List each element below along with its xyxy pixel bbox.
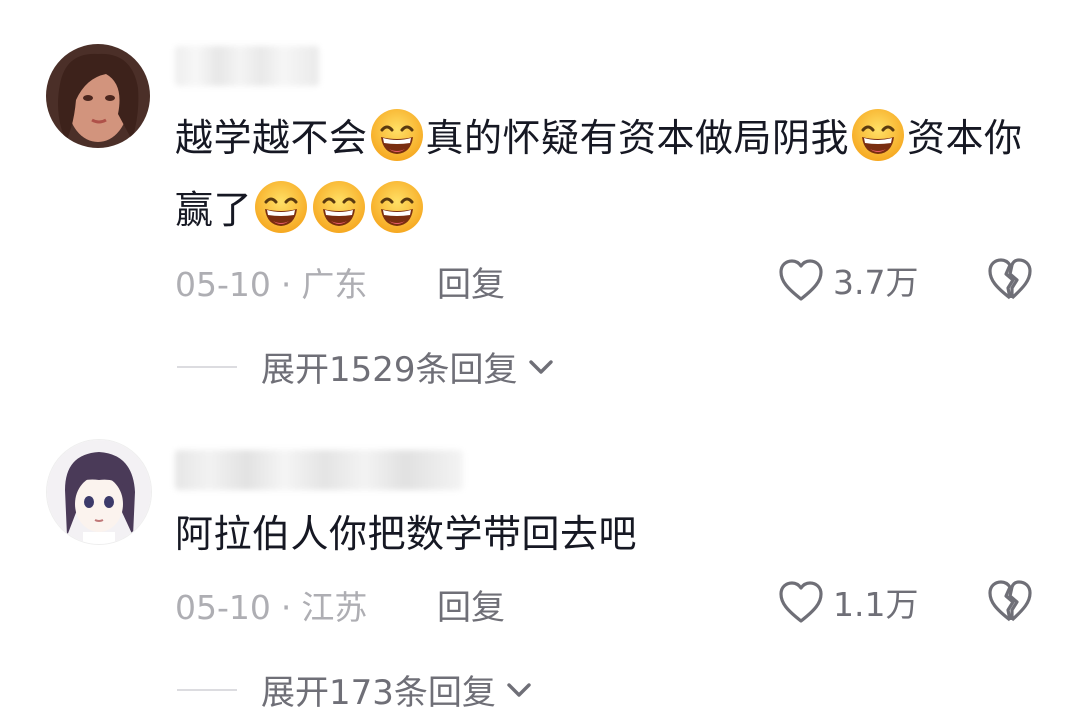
like-button[interactable]: 1.1万 — [777, 578, 918, 626]
reply-button[interactable]: 回复 — [437, 580, 505, 629]
comment-text: 越学越不会 真的怀疑有资本做局阴我 资本你赢了 — [175, 102, 1035, 246]
grinning-squint-emoji-icon — [311, 179, 367, 235]
comment-date: 05-10 — [175, 265, 271, 304]
separator-dot: · — [280, 588, 292, 627]
separator-dot: · — [280, 265, 292, 304]
heart-outline-icon — [777, 257, 825, 303]
expand-replies-label: 展开173条回复 — [261, 673, 496, 713]
comment-text: 阿拉伯人你把数学带回去吧 — [175, 512, 638, 556]
username-blurred — [175, 46, 319, 86]
chevron-down-icon — [526, 355, 556, 379]
broken-heart-icon[interactable] — [986, 578, 1034, 624]
comment-location: 广东 — [301, 265, 368, 304]
divider-line — [177, 365, 237, 368]
expand-replies-button[interactable]: 展开173条回复 — [177, 665, 534, 714]
divider-line — [177, 688, 237, 691]
chevron-down-icon — [504, 678, 534, 702]
grinning-squint-emoji-icon — [850, 107, 906, 163]
comment-location: 江苏 — [301, 588, 368, 627]
username-blurred — [175, 450, 463, 490]
like-button[interactable]: 3.7万 — [777, 256, 918, 304]
like-count: 1.1万 — [833, 585, 919, 624]
comment-meta: 05-10 · 广东 — [175, 258, 367, 306]
broken-heart-icon[interactable] — [986, 256, 1034, 302]
avatar[interactable] — [46, 439, 152, 545]
comment-text-part: 真的怀疑有资本做局阴我 — [425, 116, 850, 160]
expand-replies-button[interactable]: 展开1529条回复 — [177, 342, 556, 391]
reply-button[interactable]: 回复 — [437, 257, 505, 306]
grinning-squint-emoji-icon — [253, 179, 309, 235]
like-count: 3.7万 — [833, 263, 919, 302]
grinning-squint-emoji-icon — [369, 179, 425, 235]
grinning-squint-emoji-icon — [369, 107, 425, 163]
comment-meta: 05-10 · 江苏 — [175, 581, 367, 629]
expand-replies-label: 展开1529条回复 — [261, 350, 518, 390]
comment-text-part: 越学越不会 — [175, 116, 368, 160]
comment-date: 05-10 — [175, 588, 271, 627]
avatar[interactable] — [46, 44, 150, 148]
heart-outline-icon — [777, 579, 825, 625]
